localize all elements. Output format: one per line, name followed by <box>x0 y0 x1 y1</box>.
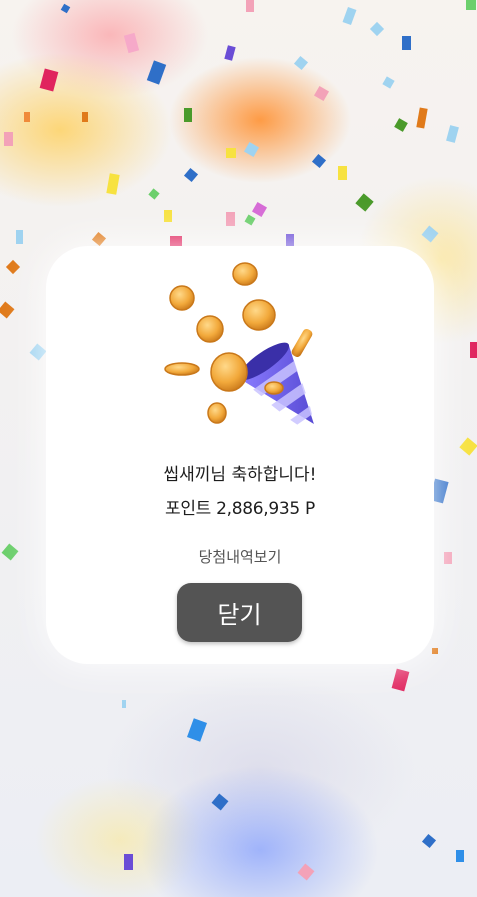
confetti-piece <box>4 132 13 146</box>
win-history-link[interactable]: 당첨내역보기 <box>46 546 434 567</box>
confetti-piece <box>432 648 438 654</box>
confetti-piece <box>82 112 88 122</box>
confetti-piece <box>338 166 347 180</box>
confetti-piece <box>184 108 192 122</box>
close-button[interactable]: 닫기 <box>177 583 302 642</box>
confetti-piece <box>444 552 452 564</box>
confetti-piece <box>470 342 477 358</box>
points-balance: 포인트 2,886,935 P <box>165 499 315 519</box>
confetti-piece <box>246 0 254 12</box>
confetti-piece <box>226 148 236 158</box>
confetti-piece <box>124 854 133 870</box>
confetti-piece <box>16 230 23 244</box>
confetti-piece <box>456 850 464 862</box>
confetti-piece <box>164 210 172 222</box>
confetti-piece <box>170 236 182 246</box>
confetti-piece <box>24 112 30 122</box>
confetti-piece <box>402 36 411 50</box>
confetti-piece <box>226 212 235 226</box>
congratulations-dialog: 씹새끼님 축하합니다! 포인트 2,886,935 P 당첨내역보기 닫기 <box>46 246 434 664</box>
coins-party-popper-icon <box>164 262 314 425</box>
confetti-piece <box>286 234 294 246</box>
congratulations-title: 씹새끼님 축하합니다! <box>163 465 317 485</box>
confetti-piece <box>466 0 476 10</box>
confetti-piece <box>122 700 126 708</box>
